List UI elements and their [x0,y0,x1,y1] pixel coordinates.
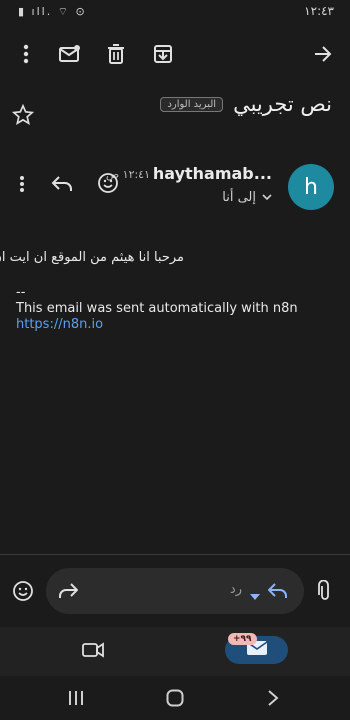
dropdown-arrow-icon[interactable] [250,586,260,605]
inbox-label-chip[interactable]: البريد الوارد [160,96,224,112]
status-time: ١٢:٤٣ [304,4,334,18]
status-bar: ▮ ıll. ⌔ ⊙ ١٢:٤٣ [0,0,350,26]
recipients-line[interactable]: إلى أنا [222,190,272,205]
attach-icon[interactable] [311,577,339,605]
reply-arrow-icon[interactable] [264,577,292,605]
status-icons: ▮ ıll. ⌔ ⊙ [18,5,87,18]
sender-avatar[interactable]: h [288,164,334,210]
recent-apps-icon[interactable] [62,684,90,712]
reply-icon[interactable] [48,170,76,198]
star-icon[interactable] [9,101,37,129]
email-subject: نص تجريبي [233,92,332,116]
reply-bar[interactable]: رد [46,568,304,614]
emoji-icon[interactable] [9,577,37,605]
emoji-reaction-icon[interactable] [94,169,122,197]
bottom-navigation [0,627,350,677]
home-icon[interactable] [161,684,189,712]
meet-video-icon[interactable] [79,636,107,664]
more-vert-icon[interactable] [12,40,40,68]
sender-name[interactable]: haythamab... [153,164,272,183]
signature-separator: -- [16,285,26,300]
system-nav-bar [0,676,350,720]
recipients-text: إلى أنا [222,190,256,205]
divider [0,554,350,555]
delete-icon[interactable] [102,40,130,68]
forward-icon[interactable] [54,577,82,605]
subject-row: نص تجريبي البريد الوارد [160,92,332,116]
back-icon[interactable] [259,684,287,712]
unread-badge: +٩٩ [228,633,257,645]
reply-placeholder[interactable]: رد [230,582,242,597]
signature-text: This email was sent automatically with n… [16,301,298,316]
chevron-down-icon [262,190,272,205]
avatar-letter: h [304,174,318,200]
email-signature: -- This email was sent automatically wit… [16,285,298,333]
email-body-arabic: مرحبا انا هيثم من الموقع ان ايت ان [0,250,184,265]
signature-link[interactable]: https://n8n.io [16,317,298,333]
message-more-icon[interactable] [8,170,36,198]
arrow-forward-icon[interactable] [309,40,337,68]
archive-icon[interactable] [149,40,177,68]
mark-unread-icon[interactable] [56,40,84,68]
